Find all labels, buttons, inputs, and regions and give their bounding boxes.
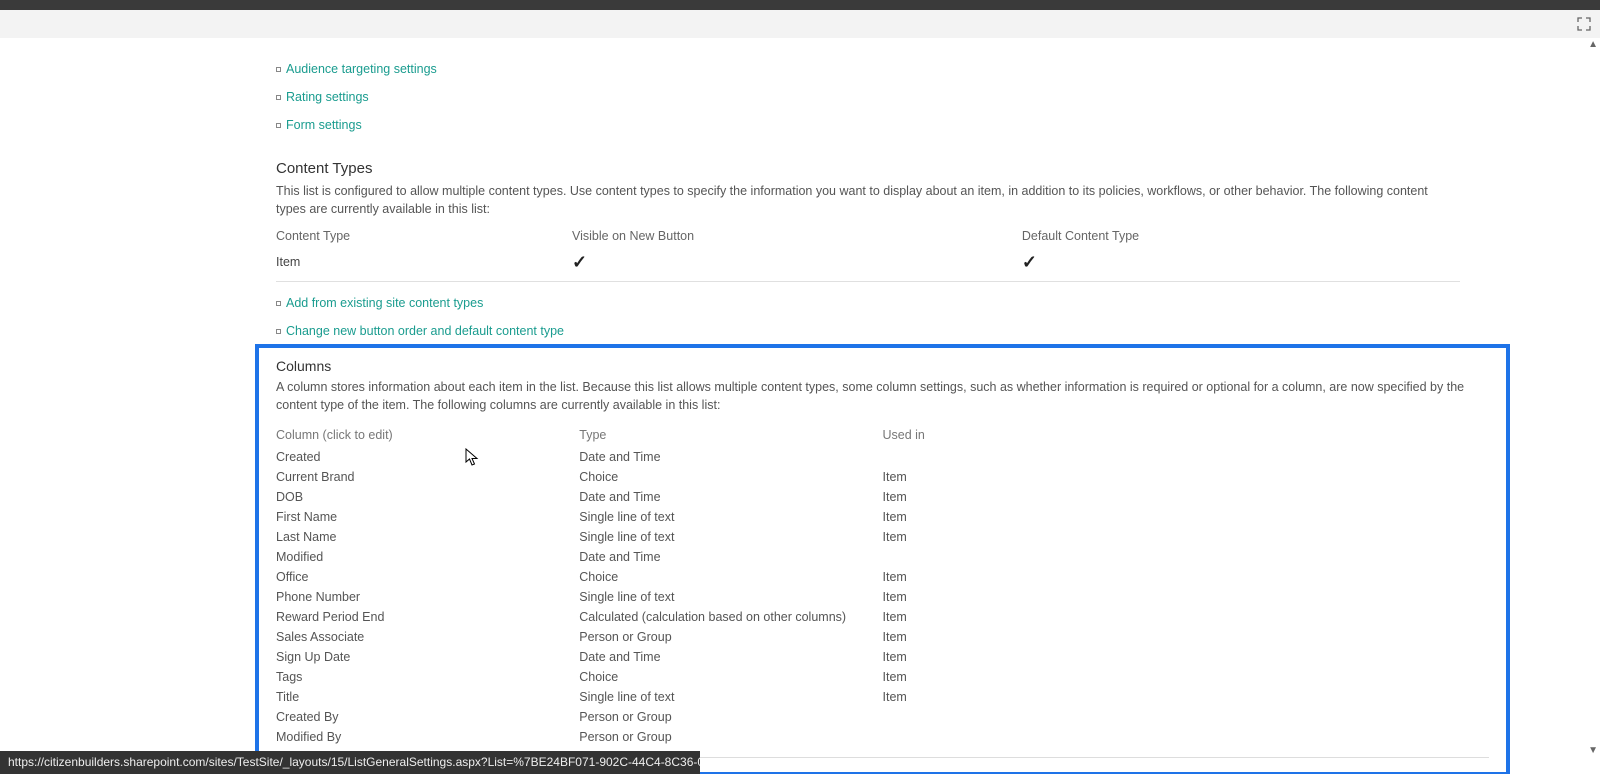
main-content: Audience targeting settings Rating setti…	[0, 38, 1600, 774]
column-row: Reward Period EndCalculated (calculation…	[276, 607, 1489, 627]
column-row: Modified ByPerson or Group	[276, 727, 1489, 747]
column-name-link[interactable]: Last Name	[276, 527, 579, 547]
content-types-heading: Content Types	[276, 160, 1460, 177]
bullet-icon	[276, 67, 281, 72]
content-type-visible: ✓	[572, 249, 1022, 282]
general-settings-links: Audience targeting settings Rating setti…	[276, 38, 1460, 132]
column-used-in: Item	[883, 527, 1490, 547]
column-type: Single line of text	[579, 527, 882, 547]
column-type: Choice	[579, 667, 882, 687]
content-type-row: Item✓✓	[276, 249, 1460, 282]
add-content-type-link[interactable]: Add from existing site content types	[286, 296, 483, 310]
column-type: Person or Group	[579, 727, 882, 747]
column-type: Date and Time	[579, 647, 882, 667]
column-name-link[interactable]: Sign Up Date	[276, 647, 579, 667]
columns-section-highlight: Columns A column stores information abou…	[255, 344, 1510, 774]
column-row: Created ByPerson or Group	[276, 707, 1489, 727]
check-icon: ✓	[1022, 252, 1037, 272]
column-row: ModifiedDate and Time	[276, 547, 1489, 567]
column-type: Choice	[579, 567, 882, 587]
content-types-actions: Add from existing site content types Cha…	[276, 296, 1460, 338]
column-name-link[interactable]: Phone Number	[276, 587, 579, 607]
column-type: Date and Time	[579, 547, 882, 567]
ct-header-default: Default Content Type	[1022, 226, 1460, 249]
column-type: Date and Time	[579, 447, 882, 467]
bullet-icon	[276, 95, 281, 100]
columns-heading: Columns	[276, 358, 1489, 374]
bullet-icon	[276, 329, 281, 334]
column-row: TagsChoiceItem	[276, 667, 1489, 687]
column-used-in: Item	[883, 587, 1490, 607]
columns-header-type: Type	[579, 423, 882, 447]
fullscreen-icon[interactable]	[1576, 16, 1592, 32]
column-row: Phone NumberSingle line of textItem	[276, 587, 1489, 607]
column-name-link[interactable]: Current Brand	[276, 467, 579, 487]
ct-header-type: Content Type	[276, 226, 572, 249]
column-type: Single line of text	[579, 687, 882, 707]
check-icon: ✓	[572, 252, 587, 272]
column-row: DOBDate and TimeItem	[276, 487, 1489, 507]
column-used-in	[883, 707, 1490, 727]
column-type: Person or Group	[579, 707, 882, 727]
column-used-in: Item	[883, 667, 1490, 687]
bullet-icon	[276, 301, 281, 306]
column-used-in: Item	[883, 487, 1490, 507]
column-name-link[interactable]: Sales Associate	[276, 627, 579, 647]
column-name-link[interactable]: Modified	[276, 547, 579, 567]
column-name-link[interactable]: Reward Period End	[276, 607, 579, 627]
column-used-in	[883, 727, 1490, 747]
column-row: TitleSingle line of textItem	[276, 687, 1489, 707]
column-used-in: Item	[883, 467, 1490, 487]
content-types-table: Content Type Visible on New Button Defau…	[276, 226, 1460, 282]
rating-settings-link[interactable]: Rating settings	[286, 90, 369, 104]
form-settings-link[interactable]: Form settings	[286, 118, 362, 132]
column-name-link[interactable]: Modified By	[276, 727, 579, 747]
ct-header-visible: Visible on New Button	[572, 226, 1022, 249]
columns-header-name: Column (click to edit)	[276, 423, 579, 447]
column-used-in	[883, 447, 1490, 467]
content-types-description: This list is configured to allow multipl…	[276, 182, 1460, 218]
ribbon-placeholder	[0, 10, 1600, 38]
column-name-link[interactable]: First Name	[276, 507, 579, 527]
column-used-in: Item	[883, 567, 1490, 587]
column-type: Date and Time	[579, 487, 882, 507]
column-type: Person or Group	[579, 627, 882, 647]
bullet-icon	[276, 123, 281, 128]
browser-top-bar	[0, 0, 1600, 10]
column-name-link[interactable]: Created By	[276, 707, 579, 727]
change-button-order-link[interactable]: Change new button order and default cont…	[286, 324, 564, 338]
column-name-link[interactable]: DOB	[276, 487, 579, 507]
column-type: Single line of text	[579, 507, 882, 527]
column-row: Sign Up DateDate and TimeItem	[276, 647, 1489, 667]
column-used-in	[883, 547, 1490, 567]
columns-header-used: Used in	[883, 423, 1490, 447]
column-type: Calculated (calculation based on other c…	[579, 607, 882, 627]
column-row: First NameSingle line of textItem	[276, 507, 1489, 527]
column-name-link[interactable]: Title	[276, 687, 579, 707]
column-row: OfficeChoiceItem	[276, 567, 1489, 587]
column-name-link[interactable]: Tags	[276, 667, 579, 687]
column-name-link[interactable]: Office	[276, 567, 579, 587]
column-type: Choice	[579, 467, 882, 487]
content-type-name[interactable]: Item	[276, 249, 572, 282]
column-row: Sales AssociatePerson or GroupItem	[276, 627, 1489, 647]
column-row: CreatedDate and Time	[276, 447, 1489, 467]
browser-status-bar: https://citizenbuilders.sharepoint.com/s…	[0, 751, 700, 774]
columns-table: Column (click to edit) Type Used in Crea…	[276, 423, 1489, 747]
column-row: Last NameSingle line of textItem	[276, 527, 1489, 547]
column-used-in: Item	[883, 627, 1490, 647]
column-row: Current BrandChoiceItem	[276, 467, 1489, 487]
column-name-link[interactable]: Created	[276, 447, 579, 467]
column-used-in: Item	[883, 687, 1490, 707]
columns-description: A column stores information about each i…	[276, 378, 1489, 414]
audience-targeting-link[interactable]: Audience targeting settings	[286, 62, 437, 76]
column-type: Single line of text	[579, 587, 882, 607]
column-used-in: Item	[883, 647, 1490, 667]
column-used-in: Item	[883, 507, 1490, 527]
column-used-in: Item	[883, 607, 1490, 627]
content-type-default: ✓	[1022, 249, 1460, 282]
